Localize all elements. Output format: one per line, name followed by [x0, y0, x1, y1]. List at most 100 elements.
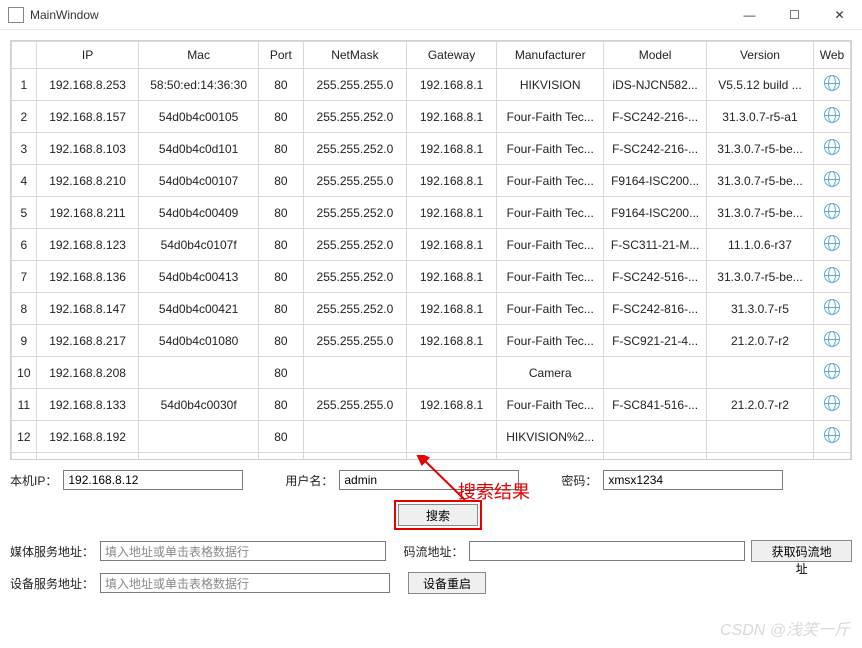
close-button[interactable]: ✕: [817, 0, 862, 29]
table-row[interactable]: 12192.168.8.19280HIKVISION%2...: [12, 421, 851, 453]
cell-port: 80: [258, 101, 303, 133]
cell-mac: [139, 453, 258, 460]
cell-gateway: 192.168.8.1: [406, 69, 496, 101]
stream-addr-input[interactable]: [469, 541, 745, 561]
globe-icon[interactable]: [824, 427, 840, 443]
cell-gateway: 192.168.8.1: [406, 197, 496, 229]
globe-icon[interactable]: [824, 107, 840, 123]
cell-manufacturer: Four-Faith Tec...: [497, 197, 604, 229]
globe-icon[interactable]: [824, 235, 840, 251]
cell-web: [813, 389, 850, 421]
table-row[interactable]: 9192.168.8.21754d0b4c0108080255.255.255.…: [12, 325, 851, 357]
globe-icon[interactable]: [824, 75, 840, 91]
minimize-button[interactable]: —: [727, 0, 772, 29]
table-row[interactable]: 4192.168.8.21054d0b4c0010780255.255.255.…: [12, 165, 851, 197]
row-number-header: [12, 42, 37, 69]
row-number: 13: [12, 453, 37, 460]
search-row: 搜索: [10, 500, 852, 530]
device-addr-input[interactable]: [100, 573, 390, 593]
cell-ip: 192.168.8.157: [36, 101, 139, 133]
col-version[interactable]: Version: [707, 42, 814, 69]
cell-netmask: 255.255.252.0: [303, 101, 406, 133]
cell-port: 80: [258, 165, 303, 197]
col-ip[interactable]: IP: [36, 42, 139, 69]
table-row[interactable]: 8192.168.8.14754d0b4c0042180255.255.252.…: [12, 293, 851, 325]
reboot-button[interactable]: 设备重启: [408, 572, 486, 594]
cell-ip: 192.168.8.147: [36, 293, 139, 325]
cell-port: 80: [258, 453, 303, 460]
cell-ip: 192.168.8.211: [36, 197, 139, 229]
col-mac[interactable]: Mac: [139, 42, 258, 69]
window-title: MainWindow: [30, 8, 727, 22]
cell-port: 80: [258, 389, 303, 421]
device-row: 设备服务地址： 设备重启: [10, 572, 852, 594]
cell-netmask: 255.255.252.0: [303, 133, 406, 165]
cell-version: [707, 453, 814, 460]
globe-icon[interactable]: [824, 395, 840, 411]
table-row[interactable]: 10192.168.8.20880Camera: [12, 357, 851, 389]
cell-mac: 54d0b4c0d101: [139, 133, 258, 165]
cell-netmask: 255.255.255.0: [303, 165, 406, 197]
table-row[interactable]: 1192.168.8.25358:50:ed:14:36:3080255.255…: [12, 69, 851, 101]
cell-web: [813, 69, 850, 101]
col-manufacturer[interactable]: Manufacturer: [497, 42, 604, 69]
cell-model: F-SC242-216-...: [604, 101, 707, 133]
col-port[interactable]: Port: [258, 42, 303, 69]
cell-mac: 54d0b4c00105: [139, 101, 258, 133]
cell-ip: 192.168.8.253: [36, 69, 139, 101]
cell-port: 80: [258, 133, 303, 165]
cell-manufacturer: Four-Faith Tec...: [497, 229, 604, 261]
cell-manufacturer: Four-Faith Tec...: [497, 165, 604, 197]
table-scroll[interactable]: IP Mac Port NetMask Gateway Manufacturer…: [11, 41, 851, 459]
cell-ip: 192.168.8.192: [36, 421, 139, 453]
cell-web: [813, 229, 850, 261]
table-row[interactable]: 6192.168.8.12354d0b4c0107f80255.255.252.…: [12, 229, 851, 261]
table-row[interactable]: 2192.168.8.15754d0b4c0010580255.255.252.…: [12, 101, 851, 133]
cell-port: 80: [258, 421, 303, 453]
globe-icon[interactable]: [824, 171, 840, 187]
watermark: CSDN @浅笑一斤: [720, 616, 850, 640]
globe-icon[interactable]: [824, 203, 840, 219]
cell-gateway: 192.168.8.1: [406, 133, 496, 165]
cell-port: 80: [258, 261, 303, 293]
maximize-button[interactable]: ☐: [772, 0, 817, 29]
table-row[interactable]: 7192.168.8.13654d0b4c0041380255.255.252.…: [12, 261, 851, 293]
device-table-container: IP Mac Port NetMask Gateway Manufacturer…: [10, 40, 852, 460]
cell-netmask: [303, 421, 406, 453]
cell-model: F-SC921-21-4...: [604, 325, 707, 357]
globe-icon[interactable]: [824, 139, 840, 155]
table-row[interactable]: 3192.168.8.10354d0b4c0d10180255.255.252.…: [12, 133, 851, 165]
row-number: 10: [12, 357, 37, 389]
col-gateway[interactable]: Gateway: [406, 42, 496, 69]
media-addr-input[interactable]: [100, 541, 386, 561]
col-web[interactable]: Web: [813, 42, 850, 69]
table-row[interactable]: 13192.168.8.19380Dahua: [12, 453, 851, 460]
row-number: 12: [12, 421, 37, 453]
cell-netmask: 255.255.252.0: [303, 261, 406, 293]
cell-mac: 54d0b4c00409: [139, 197, 258, 229]
globe-icon[interactable]: [824, 299, 840, 315]
cell-port: 80: [258, 69, 303, 101]
username-input[interactable]: [339, 470, 519, 490]
cell-manufacturer: HIKVISION: [497, 69, 604, 101]
col-netmask[interactable]: NetMask: [303, 42, 406, 69]
cell-web: [813, 101, 850, 133]
table-row[interactable]: 5192.168.8.21154d0b4c0040980255.255.252.…: [12, 197, 851, 229]
cell-model: F-SC841-516-...: [604, 389, 707, 421]
globe-icon[interactable]: [824, 363, 840, 379]
local-ip-input[interactable]: [63, 470, 243, 490]
cell-netmask: 255.255.255.0: [303, 69, 406, 101]
search-button[interactable]: 搜索: [398, 504, 478, 526]
cell-mac: 58:50:ed:14:36:30: [139, 69, 258, 101]
cell-version: [707, 357, 814, 389]
globe-icon[interactable]: [824, 267, 840, 283]
cell-manufacturer: Four-Faith Tec...: [497, 133, 604, 165]
stream-addr-label: 码流地址：: [403, 543, 463, 560]
cell-gateway: [406, 421, 496, 453]
col-model[interactable]: Model: [604, 42, 707, 69]
get-stream-button[interactable]: 获取码流地址: [751, 540, 852, 562]
cell-model: F-SC242-516-...: [604, 261, 707, 293]
globe-icon[interactable]: [824, 331, 840, 347]
table-row[interactable]: 11192.168.8.13354d0b4c0030f80255.255.255…: [12, 389, 851, 421]
password-input[interactable]: [603, 470, 783, 490]
